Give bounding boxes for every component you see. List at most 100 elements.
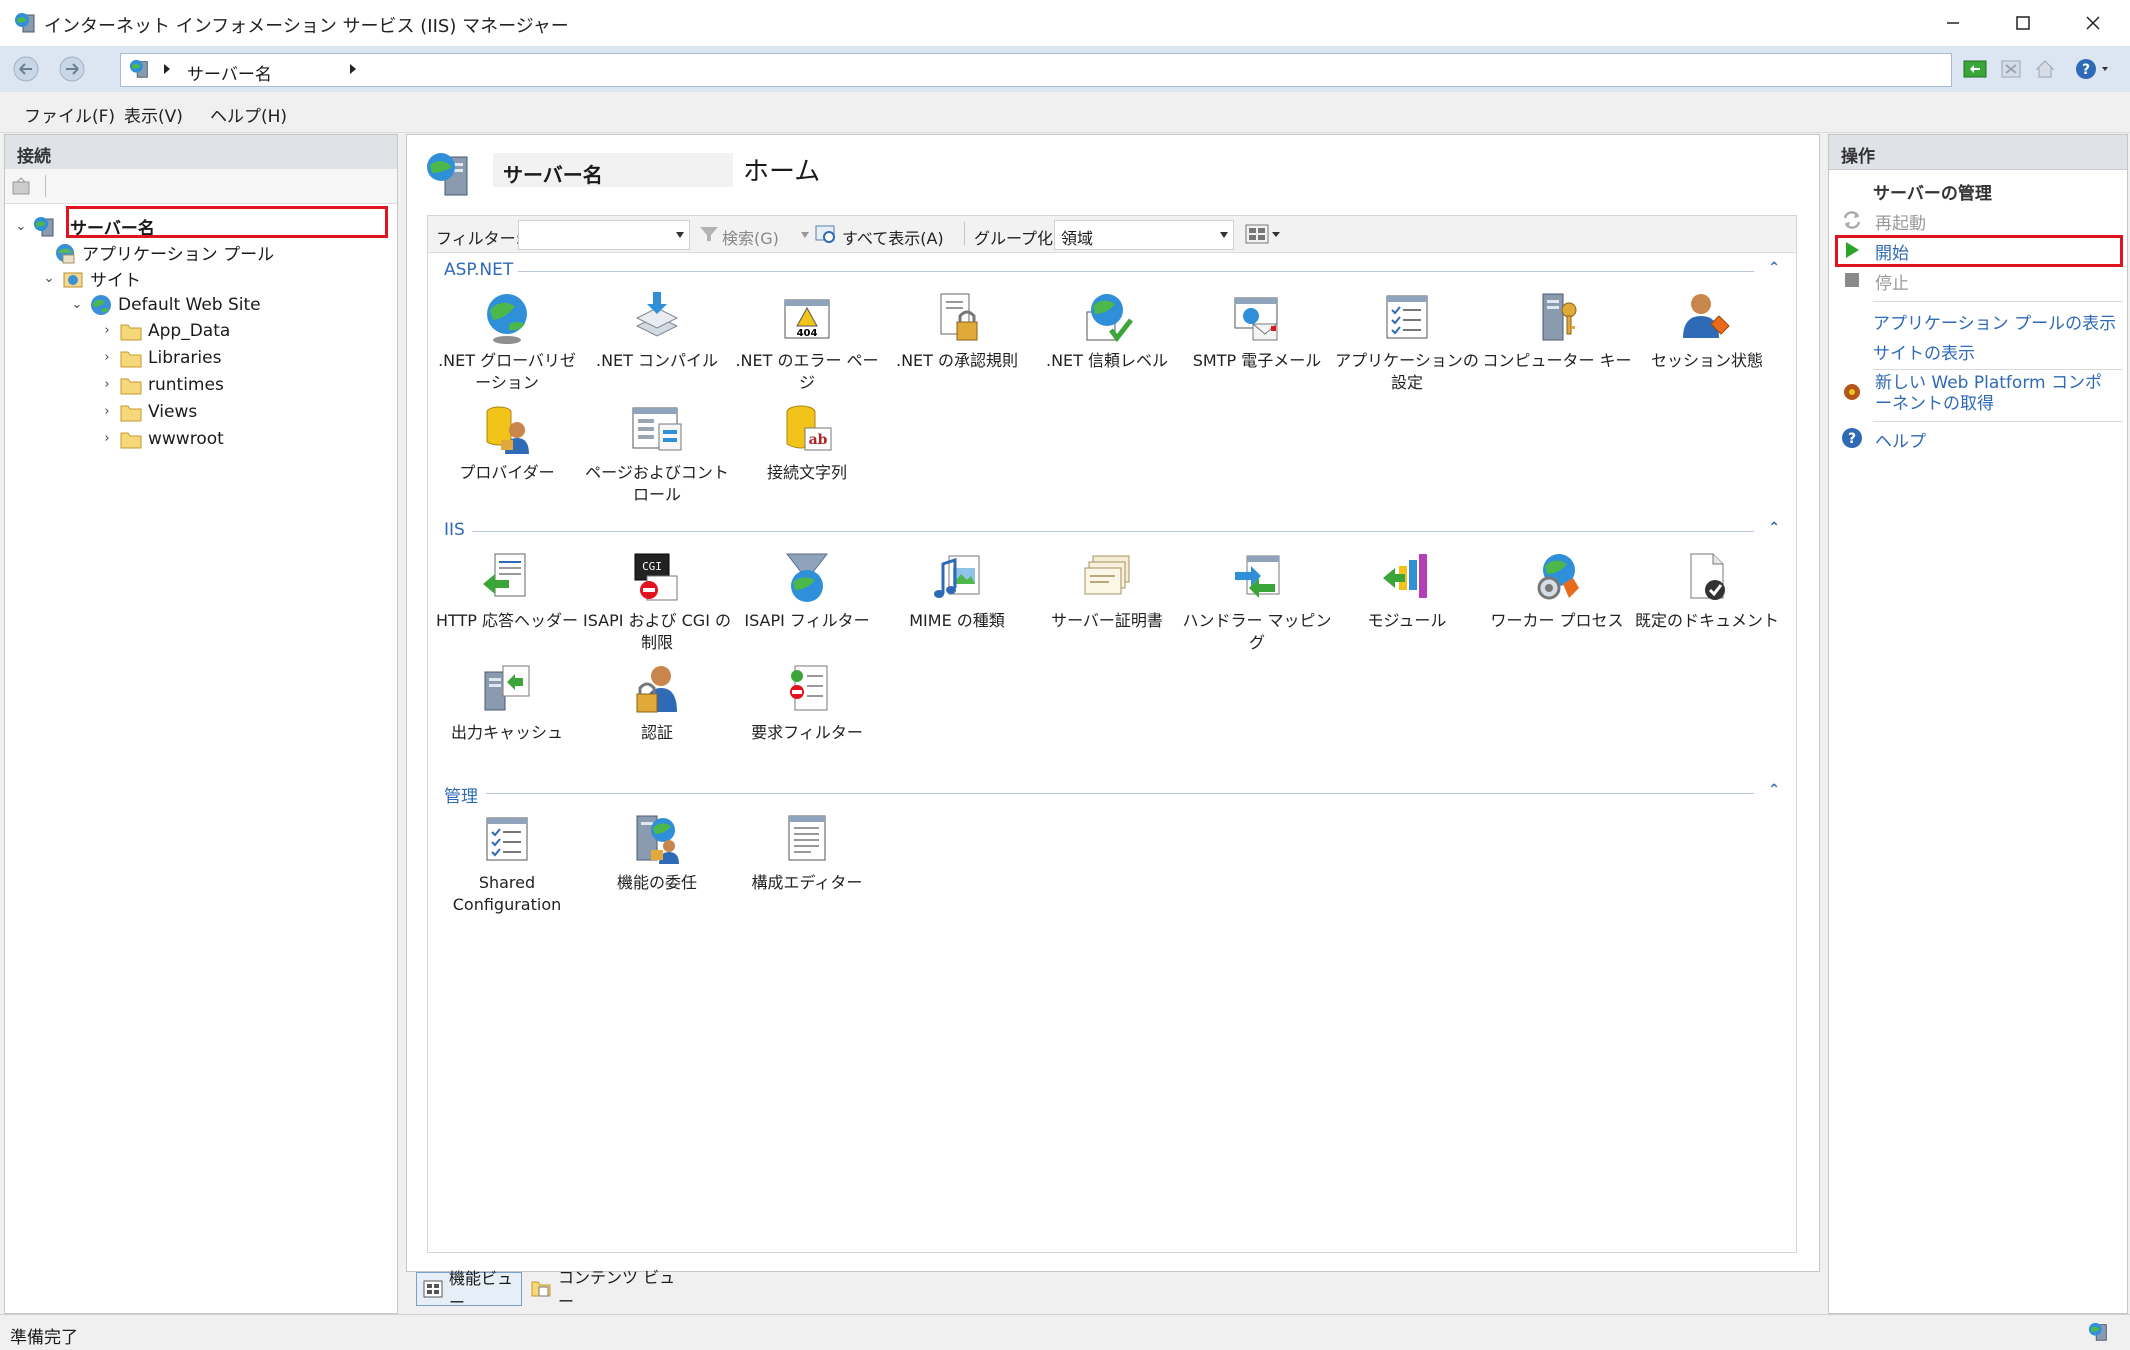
chevron-down-icon[interactable]: ⌄ [41, 271, 57, 286]
breadcrumb-arrow-icon[interactable] [161, 61, 173, 77]
filter-input[interactable] [518, 220, 690, 250]
view-mode-icon[interactable] [1244, 223, 1284, 245]
restart-action[interactable]: 再起動 [1841, 209, 1926, 234]
feature-server-certificates[interactable]: サーバー証明書 [1032, 550, 1182, 632]
feature-delegation[interactable]: 機能の委任 [582, 812, 732, 894]
feature-isapi-cgi-restrictions[interactable]: CGI ISAPI および CGI の制限 [582, 550, 732, 654]
collapse-icon[interactable]: ⌃ [1768, 520, 1780, 536]
breadcrumb[interactable]: サーバー名 [187, 60, 272, 85]
tab-features-view[interactable]: 機能ビュー [416, 1269, 522, 1312]
tree-label-folder: App_Data [148, 320, 231, 341]
tree-node-default-web-site[interactable]: ⌄ Default Web Site [69, 291, 261, 318]
feature-worker-processes[interactable]: ワーカー プロセス [1482, 550, 1632, 632]
feature-providers[interactable]: プロバイダー [432, 402, 582, 484]
feature-modules[interactable]: モジュール [1332, 550, 1482, 632]
feature-net-compilation[interactable]: .NET コンパイル [582, 290, 732, 372]
stop-icon[interactable] [1996, 55, 2026, 83]
actions-divider [1873, 369, 2123, 370]
svg-text:404: 404 [797, 328, 818, 339]
feature-connection-strings[interactable]: ab 接続文字列 [732, 402, 882, 484]
feature-label: ページおよびコントロール [585, 463, 729, 504]
feature-smtp-email[interactable]: SMTP 電子メール [1182, 290, 1332, 372]
connections-toolbar [5, 169, 397, 204]
show-all-button[interactable]: すべて表示(A) [842, 225, 944, 249]
chevron-down-icon[interactable] [675, 231, 685, 239]
minimize-button[interactable] [1920, 0, 1986, 46]
tree-node-sites[interactable]: ⌄ サイト [41, 265, 141, 292]
help-dropdown-icon[interactable]: ? [2072, 55, 2116, 83]
tree-node-folder[interactable]: › App_Data [99, 317, 230, 344]
refresh-icon[interactable] [1960, 55, 1990, 83]
collapse-icon[interactable]: ⌃ [1768, 260, 1780, 276]
tab-content-view[interactable]: コンテンツ ビュー [526, 1268, 676, 1311]
globe-icon [487, 294, 527, 344]
feature-http-response-headers[interactable]: HTTP 応答ヘッダー [432, 550, 582, 632]
tree-node-app-pools[interactable]: アプリケーション プール [49, 239, 274, 266]
feature-handler-mappings[interactable]: ハンドラー マッピング [1182, 550, 1332, 654]
group-by-select[interactable]: 領域 [1054, 220, 1234, 250]
feature-machine-key[interactable]: コンピューター キー [1482, 290, 1632, 372]
group-management-label: 管理 [444, 787, 478, 807]
home-icon[interactable] [2030, 55, 2060, 83]
group-management[interactable]: 管理 ⌃ [428, 780, 1796, 807]
feature-configuration-editor[interactable]: 構成エディター [732, 812, 882, 894]
feature-authentication[interactable]: 認証 [582, 662, 732, 744]
tree-label-app-pools: アプリケーション プール [82, 245, 275, 265]
actions-header-label: 操作 [1841, 147, 1875, 167]
feature-net-authorization[interactable]: .NET の承認規則 [882, 290, 1032, 372]
chevron-down-icon[interactable] [800, 231, 810, 239]
feature-shared-configuration[interactable]: Shared Configuration [432, 812, 582, 916]
menu-file[interactable]: ファイル(F) [24, 102, 115, 127]
chevron-right-icon[interactable]: › [99, 350, 115, 365]
chevron-down-icon[interactable] [1219, 231, 1229, 239]
tree-label-folder: wwwroot [148, 428, 224, 449]
feature-session-state[interactable]: セッション状態 [1632, 290, 1782, 372]
address-field[interactable]: サーバー名 [120, 53, 1952, 87]
feature-delegation-icon [636, 815, 679, 864]
chevron-right-icon[interactable]: › [99, 404, 115, 419]
chevron-down-icon[interactable]: ⌄ [13, 219, 29, 234]
feature-app-settings[interactable]: アプリケーションの設定 [1332, 290, 1482, 394]
maximize-button[interactable] [1990, 0, 2056, 46]
feature-default-document[interactable]: 既定のドキュメント [1632, 550, 1782, 632]
view-app-pools-link[interactable]: アプリケーション プールの表示 [1873, 309, 2116, 334]
menu-view[interactable]: 表示(V) [124, 102, 183, 127]
group-aspnet[interactable]: ASP.NET ⌃ [428, 258, 1796, 282]
tree-node-folder[interactable]: › wwwroot [99, 425, 224, 452]
chevron-right-icon[interactable]: › [99, 431, 115, 446]
feature-label: SMTP 電子メール [1192, 351, 1322, 370]
connect-icon[interactable] [11, 176, 33, 196]
feature-net-trust-levels[interactable]: .NET 信頼レベル [1032, 290, 1182, 372]
feature-label: ワーカー プロセス [1490, 611, 1624, 630]
help-action[interactable]: ? ヘルプ [1841, 427, 1926, 452]
feature-net-error-pages[interactable]: 404 .NET のエラー ページ [732, 290, 882, 394]
back-button[interactable] [8, 53, 44, 85]
feature-label: .NET 信頼レベル [1045, 351, 1169, 370]
close-button[interactable] [2060, 0, 2126, 46]
tree-label-folder: Views [148, 401, 198, 422]
collapse-icon[interactable]: ⌃ [1768, 782, 1780, 798]
feature-request-filtering[interactable]: 要求フィルター [732, 662, 882, 744]
search-button[interactable]: 検索(G) [722, 225, 779, 249]
menu-help[interactable]: ヘルプ(H) [210, 102, 287, 127]
chevron-right-icon[interactable]: › [99, 377, 115, 392]
get-web-platform-components-link[interactable]: 新しい Web Platform コンポーネントの取得 [1841, 373, 2117, 415]
actions-header: 操作 [1829, 135, 2127, 170]
stop-action[interactable]: 停止 [1841, 269, 1909, 294]
feature-output-caching[interactable]: 出力キャッシュ [432, 662, 582, 744]
app-pool-icon [53, 241, 77, 265]
feature-mime-types[interactable]: MIME の種類 [882, 550, 1032, 632]
group-iis[interactable]: IIS ⌃ [428, 518, 1796, 542]
forward-button[interactable] [54, 53, 90, 85]
breadcrumb-arrow-icon[interactable] [347, 61, 359, 77]
tree-node-folder[interactable]: › Views [99, 398, 197, 425]
filter-bar: フィルター: 検索(G) すべて表示(A) グループ化: 領域 [428, 216, 1796, 253]
tree-node-folder[interactable]: › runtimes [99, 371, 223, 398]
feature-isapi-filters[interactable]: ISAPI フィルター [732, 550, 882, 632]
view-sites-link[interactable]: サイトの表示 [1873, 339, 1975, 364]
chevron-right-icon[interactable]: › [99, 323, 115, 338]
chevron-down-icon[interactable]: ⌄ [69, 297, 85, 312]
tree-node-folder[interactable]: › Libraries [99, 344, 221, 371]
feature-net-globalization[interactable]: .NET グローバリゼーション [432, 290, 582, 394]
feature-pages-controls[interactable]: ページおよびコントロール [582, 402, 732, 506]
